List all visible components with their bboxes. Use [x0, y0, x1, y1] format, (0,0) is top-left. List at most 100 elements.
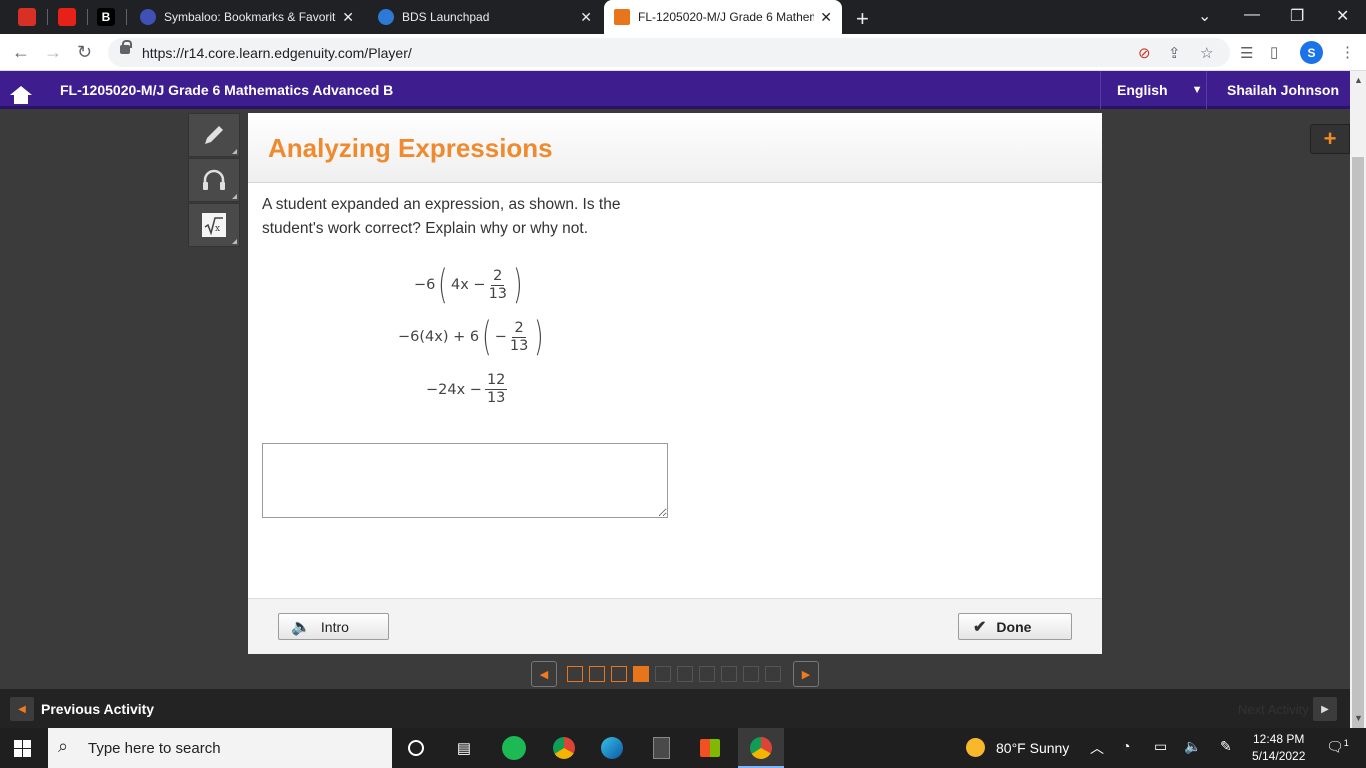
taskbar-search[interactable]: ⌕ Type here to search [48, 728, 392, 768]
calculator-tool-button[interactable]: x [188, 203, 240, 247]
home-button[interactable] [0, 71, 42, 109]
launchpad-icon [378, 9, 394, 25]
youtube-pinned-tab-icon[interactable] [58, 8, 76, 26]
weather-text[interactable]: 80°F Sunny [996, 740, 1069, 756]
browser-toolbar: ← → ↻ https://r14.core.learn.edgenuity.c… [0, 34, 1366, 71]
next-activity-arrow-icon[interactable]: ▶ [1313, 697, 1337, 721]
user-name[interactable]: Shailah Johnson [1206, 71, 1350, 109]
expression-step-3: −24x − 12 13 [426, 372, 510, 407]
previous-activity-arrow-icon[interactable]: ◀ [10, 697, 34, 721]
reading-list-icon[interactable]: ☰ [1240, 44, 1253, 62]
bold-b-pinned-tab-icon[interactable]: B [97, 8, 115, 26]
reload-icon[interactable]: ↻ [77, 42, 92, 63]
chrome-profile-icon[interactable] [749, 736, 773, 760]
window-close-icon[interactable]: ✕ [1336, 6, 1349, 26]
windows-start-icon[interactable] [14, 740, 31, 757]
forward-arrow-icon[interactable]: → [44, 42, 62, 63]
right-paren: ) [534, 314, 544, 360]
cortana-icon[interactable] [404, 736, 428, 760]
chrome-icon[interactable] [552, 736, 576, 760]
answer-textarea[interactable] [262, 443, 668, 518]
tab-bds-launchpad[interactable]: BDS Launchpad ✕ [368, 0, 602, 34]
activity-footer: 🔈 Intro ✔ Done [248, 598, 1102, 654]
clock-date: 5/14/2022 [1252, 749, 1306, 763]
frame-square-4[interactable] [633, 666, 649, 682]
calculator-app-icon[interactable] [649, 736, 673, 760]
previous-activity-link[interactable]: Previous Activity [41, 701, 154, 717]
fraction: 12 13 [484, 372, 508, 407]
activity-title: Analyzing Expressions [268, 133, 553, 163]
next-frame-button[interactable]: ▶ [793, 661, 819, 687]
close-tab-icon[interactable]: ✕ [580, 9, 592, 26]
frame-square-2[interactable] [589, 666, 605, 682]
pinned-tab-1-icon[interactable] [18, 8, 36, 26]
search-icon: ⌕ [58, 736, 69, 756]
tab-separator [126, 9, 127, 25]
fraction-denominator: 13 [486, 390, 506, 406]
close-tab-icon[interactable]: ✕ [342, 9, 354, 26]
tab-label: BDS Launchpad [402, 10, 490, 24]
intro-label: Intro [320, 618, 349, 635]
step-inner-text: − [494, 329, 507, 345]
intro-button[interactable]: 🔈 Intro [278, 613, 389, 640]
done-button[interactable]: ✔ Done [958, 613, 1072, 640]
new-tab-button[interactable]: + [856, 6, 869, 32]
close-tab-icon[interactable]: ✕ [820, 9, 832, 26]
frame-square-5[interactable] [655, 666, 671, 682]
blocked-popup-icon[interactable]: ⊘ [1138, 44, 1151, 62]
square-root-icon: x [202, 213, 226, 237]
microsoft-store-icon[interactable] [698, 736, 722, 760]
back-arrow-icon[interactable]: ← [12, 42, 30, 63]
frame-square-3[interactable] [611, 666, 627, 682]
pen-workspace-icon[interactable]: ✎ [1220, 738, 1232, 755]
volume-icon[interactable]: 🔈 [1184, 738, 1201, 755]
headphones-icon [203, 169, 225, 190]
lock-icon [120, 40, 132, 54]
frame-square-9[interactable] [743, 666, 759, 682]
edgenuity-icon [614, 9, 630, 25]
restore-icon[interactable]: ❐ [1290, 6, 1304, 26]
scroll-down-icon[interactable]: ▼ [1354, 713, 1363, 723]
sun-icon[interactable] [966, 738, 985, 757]
more-menu-icon[interactable]: ⋮ [1340, 43, 1355, 61]
language-dropdown[interactable]: English ▼ [1100, 71, 1206, 109]
tab-symbaloo[interactable]: Symbaloo: Bookmarks & Favorites ✕ [130, 0, 364, 34]
scroll-up-icon[interactable]: ▲ [1354, 75, 1363, 85]
address-bar[interactable]: https://r14.core.learn.edgenuity.com/Pla… [108, 38, 1230, 67]
url-text[interactable]: https://r14.core.learn.edgenuity.com/Pla… [142, 45, 412, 61]
frame-square-10[interactable] [765, 666, 781, 682]
scroll-thumb[interactable] [1352, 157, 1364, 739]
profile-avatar[interactable]: S [1300, 41, 1323, 64]
spotify-icon[interactable] [502, 736, 526, 760]
frame-square-8[interactable] [721, 666, 737, 682]
share-icon[interactable]: ⇪ [1168, 44, 1181, 62]
next-activity-link: Next Activity [1238, 702, 1309, 717]
minimize-icon[interactable]: — [1244, 6, 1260, 24]
clock-time: 12:48 PM [1253, 732, 1305, 746]
frame-square-6[interactable] [677, 666, 693, 682]
frame-square-7[interactable] [699, 666, 715, 682]
notification-center-icon[interactable]: 🗨1 [1326, 738, 1349, 756]
activity-nav-bar: ◀ Previous Activity Next Activity ▶ [0, 689, 1350, 728]
expand-plus-button[interactable]: + [1310, 124, 1350, 154]
fraction-numerator: 2 [491, 267, 505, 286]
side-panel-icon[interactable]: ▯ [1270, 43, 1278, 61]
chevron-down-icon: ▼ [1191, 84, 1203, 96]
audio-tool-button[interactable] [188, 158, 240, 202]
task-view-icon[interactable]: ▤ [452, 736, 476, 760]
battery-icon[interactable]: ▭ [1154, 738, 1167, 755]
fraction-numerator: 2 [512, 319, 526, 338]
step-lead-text: −6(4x) + 6 [398, 329, 480, 345]
frame-square-1[interactable] [567, 666, 583, 682]
previous-frame-button[interactable]: ◀ [531, 661, 557, 687]
page-scrollbar[interactable]: ▲ ▼ [1350, 71, 1366, 739]
show-hidden-icons-chevron-icon[interactable]: ︿ [1090, 738, 1104, 758]
fraction: 2 13 [489, 268, 507, 303]
pencil-tool-button[interactable] [188, 113, 240, 157]
system-clock[interactable]: 12:48 PM 5/14/2022 [1252, 731, 1305, 765]
edge-icon[interactable] [600, 736, 624, 760]
bookmark-star-icon[interactable]: ☆ [1200, 44, 1213, 62]
network-icon[interactable]: ◔ [1122, 738, 1130, 754]
tab-edgenuity-active[interactable]: FL-1205020-M/J Grade 6 Mathematics Advan… [604, 0, 842, 34]
tab-search-chevron-icon[interactable]: ⌄ [1198, 6, 1211, 26]
